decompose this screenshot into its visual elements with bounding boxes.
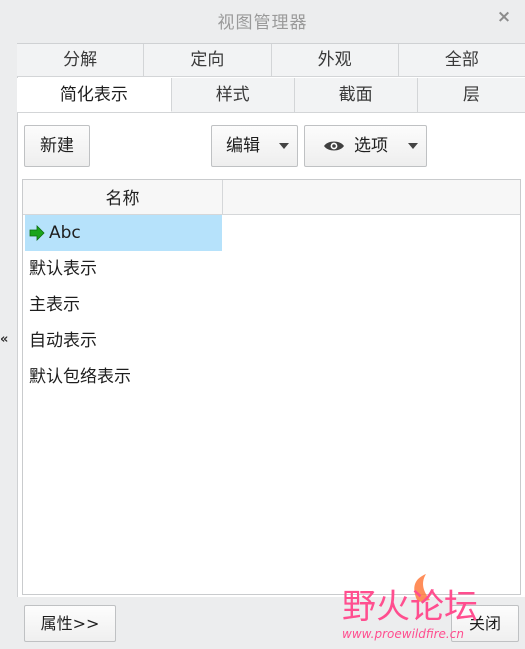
edit-dropdown[interactable]: 编辑 <box>211 125 298 167</box>
tab-orient[interactable]: 定向 <box>144 44 272 76</box>
tree-row[interactable]: 默认包络表示 <box>25 359 131 395</box>
representation-tree[interactable]: 名称 Abc 默认表示 主表示 自动表示 默认包络表示 <box>22 179 521 595</box>
options-label: 选项 <box>354 136 388 156</box>
edit-label: 编辑 <box>226 136 260 156</box>
properties-button[interactable]: 属性>> <box>24 605 116 642</box>
active-arrow-icon <box>29 225 45 241</box>
tab-explode[interactable]: 分解 <box>17 44 145 76</box>
chevron-down-icon <box>408 143 418 149</box>
column-header-name[interactable]: 名称 <box>23 180 223 215</box>
close-button[interactable]: 关闭 <box>451 605 519 642</box>
new-button[interactable]: 新建 <box>24 125 90 167</box>
tab-appearance[interactable]: 外观 <box>272 44 399 76</box>
tree-row[interactable]: 自动表示 <box>25 323 97 359</box>
close-icon[interactable]: × <box>495 6 513 28</box>
options-dropdown[interactable]: 选项 <box>304 125 427 167</box>
tree-row[interactable]: 默认表示 <box>25 251 97 287</box>
eye-icon <box>324 141 344 151</box>
tree-row-label: Abc <box>49 223 81 243</box>
tree-row[interactable]: 主表示 <box>25 287 80 323</box>
chevron-down-icon <box>279 143 289 149</box>
watermark-url: www.proewildfire.cn <box>342 627 464 641</box>
title-bar: 视图管理器 × <box>0 0 525 38</box>
window-title: 视图管理器 <box>217 13 308 33</box>
tab-all[interactable]: 全部 <box>399 44 525 76</box>
collapse-panel-icon[interactable]: « <box>0 332 8 347</box>
tab-style[interactable]: 样式 <box>172 78 295 112</box>
column-header-empty <box>223 180 520 215</box>
tab-bar-top: 分解 定向 外观 全部 <box>17 44 525 77</box>
tab-simplified-rep[interactable]: 简化表示 <box>17 78 172 112</box>
tree-row-abc[interactable]: Abc <box>25 215 222 251</box>
tab-layer[interactable]: 层 <box>418 78 525 112</box>
tab-bar-bottom: 简化表示 样式 截面 层 <box>17 78 525 113</box>
tab-section[interactable]: 截面 <box>295 78 418 112</box>
